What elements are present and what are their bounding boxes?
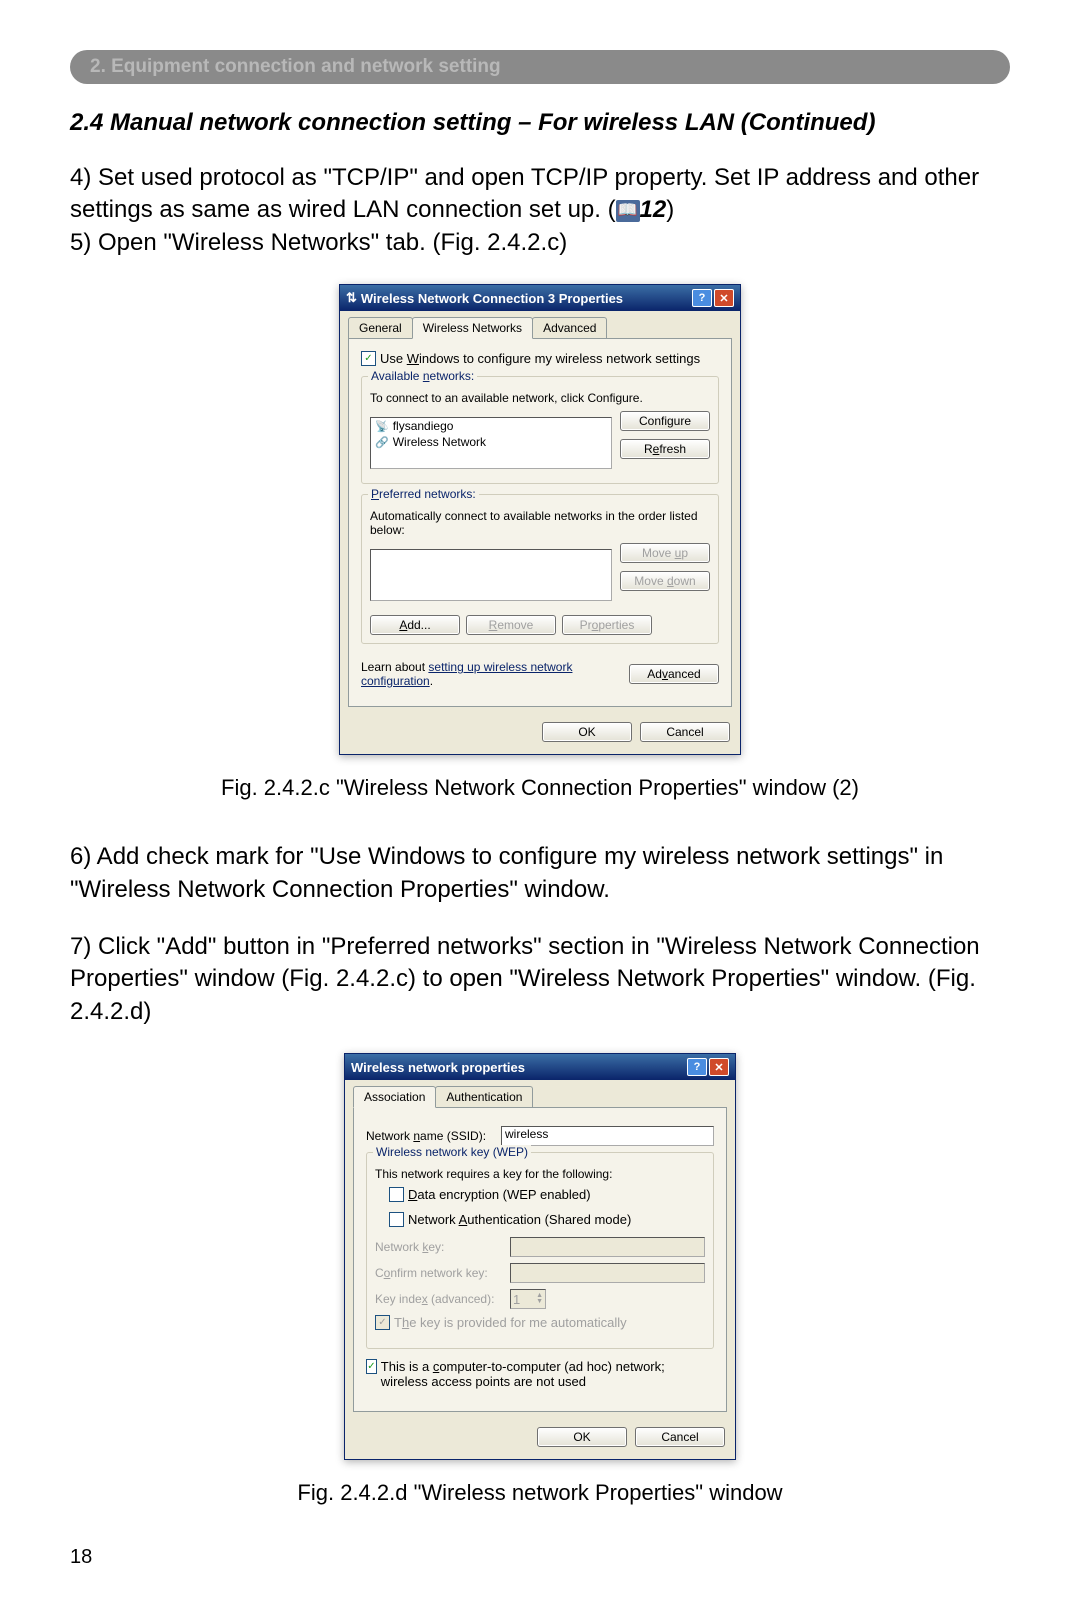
wep-group-title: Wireless network key (WEP) (373, 1145, 531, 1159)
tabs: General Wireless Networks Advanced (340, 311, 740, 339)
figure-2-caption: Fig. 2.4.2.d "Wireless network Propertie… (70, 1480, 1010, 1506)
available-hint: To connect to an available network, clic… (370, 391, 710, 405)
adhoc-checkbox[interactable]: ✓ (366, 1359, 377, 1374)
ssid-input[interactable]: wireless (501, 1126, 714, 1146)
key-index-spinner: 1 ▲▼ (510, 1289, 546, 1309)
remove-button: Remove (466, 615, 556, 635)
network-auth-label: Network Authentication (Shared mode) (408, 1212, 631, 1227)
auto-key-checkbox: ✓ (375, 1315, 390, 1330)
list-item[interactable]: 🔗 Wireless Network (371, 434, 611, 450)
book-icon: 📖 (616, 200, 640, 222)
wep-hint: This network requires a key for the foll… (375, 1167, 705, 1181)
moveup-button: Move up (620, 543, 710, 563)
section-header: 2. Equipment connection and network sett… (70, 50, 1010, 84)
ok-button[interactable]: OK (542, 722, 632, 742)
refresh-button[interactable]: Refresh (620, 439, 710, 459)
list-item[interactable]: 📡 flysandiego (371, 418, 611, 434)
network-key-label: Network key: (375, 1240, 510, 1254)
preferred-networks-group: Preferred networks: Automatically connec… (361, 494, 719, 644)
step-7-text: 7) Click "Add" button in "Preferred netw… (70, 931, 1010, 1028)
network-name: flysandiego (393, 419, 454, 433)
key-index-label: Key index (advanced): (375, 1292, 510, 1306)
network-connection-icon: ⇅ (346, 290, 357, 306)
titlebar: ⇅ Wireless Network Connection 3 Properti… (340, 285, 740, 311)
ref-number: 12 (640, 196, 667, 223)
tab-advanced[interactable]: Advanced (532, 317, 607, 339)
use-windows-checkbox[interactable]: ✓ (361, 351, 376, 366)
dialog-title: Wireless Network Connection 3 Properties (361, 291, 623, 306)
confirm-key-label: Confirm network key: (375, 1266, 510, 1280)
subheading: 2.4 Manual network connection setting – … (70, 109, 1010, 137)
step-4-text: 4) Set used protocol as "TCP/IP" and ope… (70, 164, 979, 223)
properties-button: Properties (562, 615, 652, 635)
close-icon[interactable]: ✕ (714, 289, 734, 307)
available-networks-title: Available networks: (368, 369, 477, 383)
titlebar: Wireless network properties ? ✕ (345, 1054, 735, 1080)
auto-key-label: The key is provided for me automatically (394, 1315, 627, 1330)
preferred-networks-list[interactable] (370, 549, 612, 601)
tab-authentication[interactable]: Authentication (435, 1086, 533, 1108)
ok-button[interactable]: OK (537, 1427, 627, 1447)
network-icon: 🔗 (375, 436, 389, 449)
figure-1-caption: Fig. 2.4.2.c "Wireless Network Connectio… (70, 775, 1010, 801)
use-windows-label: Use Windows to configure my wireless net… (380, 351, 700, 366)
data-encryption-label: Data encryption (WEP enabled) (408, 1187, 591, 1202)
tab-general[interactable]: General (348, 317, 413, 339)
dialog-title: Wireless network properties (351, 1060, 525, 1075)
available-networks-list[interactable]: 📡 flysandiego 🔗 Wireless Network (370, 417, 612, 469)
instruction-4-5: 4) Set used protocol as "TCP/IP" and ope… (70, 162, 1010, 259)
step-5-text: 5) Open "Wireless Networks" tab. (Fig. 2… (70, 229, 567, 256)
spinner-arrows-icon: ▲▼ (536, 1293, 543, 1305)
movedown-button: Move down (620, 571, 710, 591)
advanced-button[interactable]: Advanced (629, 664, 719, 684)
learn-about-text: Learn about setting up wireless network … (361, 660, 629, 688)
tabs: Association Authentication (345, 1080, 735, 1108)
wireless-network-properties-dialog: Wireless network properties ? ✕ Associat… (344, 1053, 736, 1460)
tab-association[interactable]: Association (353, 1086, 436, 1108)
preferred-hint: Automatically connect to available netwo… (370, 509, 710, 537)
network-auth-checkbox[interactable] (389, 1212, 404, 1227)
wireless-connection-properties-dialog: ⇅ Wireless Network Connection 3 Properti… (339, 284, 741, 755)
data-encryption-checkbox[interactable] (389, 1187, 404, 1202)
add-button[interactable]: Add... (370, 615, 460, 635)
cancel-button[interactable]: Cancel (635, 1427, 725, 1447)
adhoc-label: This is a computer-to-computer (ad hoc) … (381, 1359, 714, 1389)
network-name: Wireless Network (393, 435, 486, 449)
confirm-key-input (510, 1263, 705, 1283)
configure-button[interactable]: Configure (620, 411, 710, 431)
network-key-input (510, 1237, 705, 1257)
tab-wireless-networks[interactable]: Wireless Networks (412, 317, 533, 339)
wep-group: Wireless network key (WEP) This network … (366, 1152, 714, 1349)
ssid-label: Network name (SSID): (366, 1129, 501, 1143)
antenna-icon: 📡 (375, 420, 389, 433)
help-icon[interactable]: ? (692, 289, 712, 307)
help-icon[interactable]: ? (687, 1058, 707, 1076)
step-4-end: ) (666, 196, 674, 223)
close-icon[interactable]: ✕ (709, 1058, 729, 1076)
cancel-button[interactable]: Cancel (640, 722, 730, 742)
page-number: 18 (70, 1546, 1010, 1569)
step-6-text: 6) Add check mark for "Use Windows to co… (70, 841, 1010, 906)
available-networks-group: Available networks: To connect to an ava… (361, 376, 719, 484)
preferred-networks-title: Preferred networks: (368, 487, 479, 501)
